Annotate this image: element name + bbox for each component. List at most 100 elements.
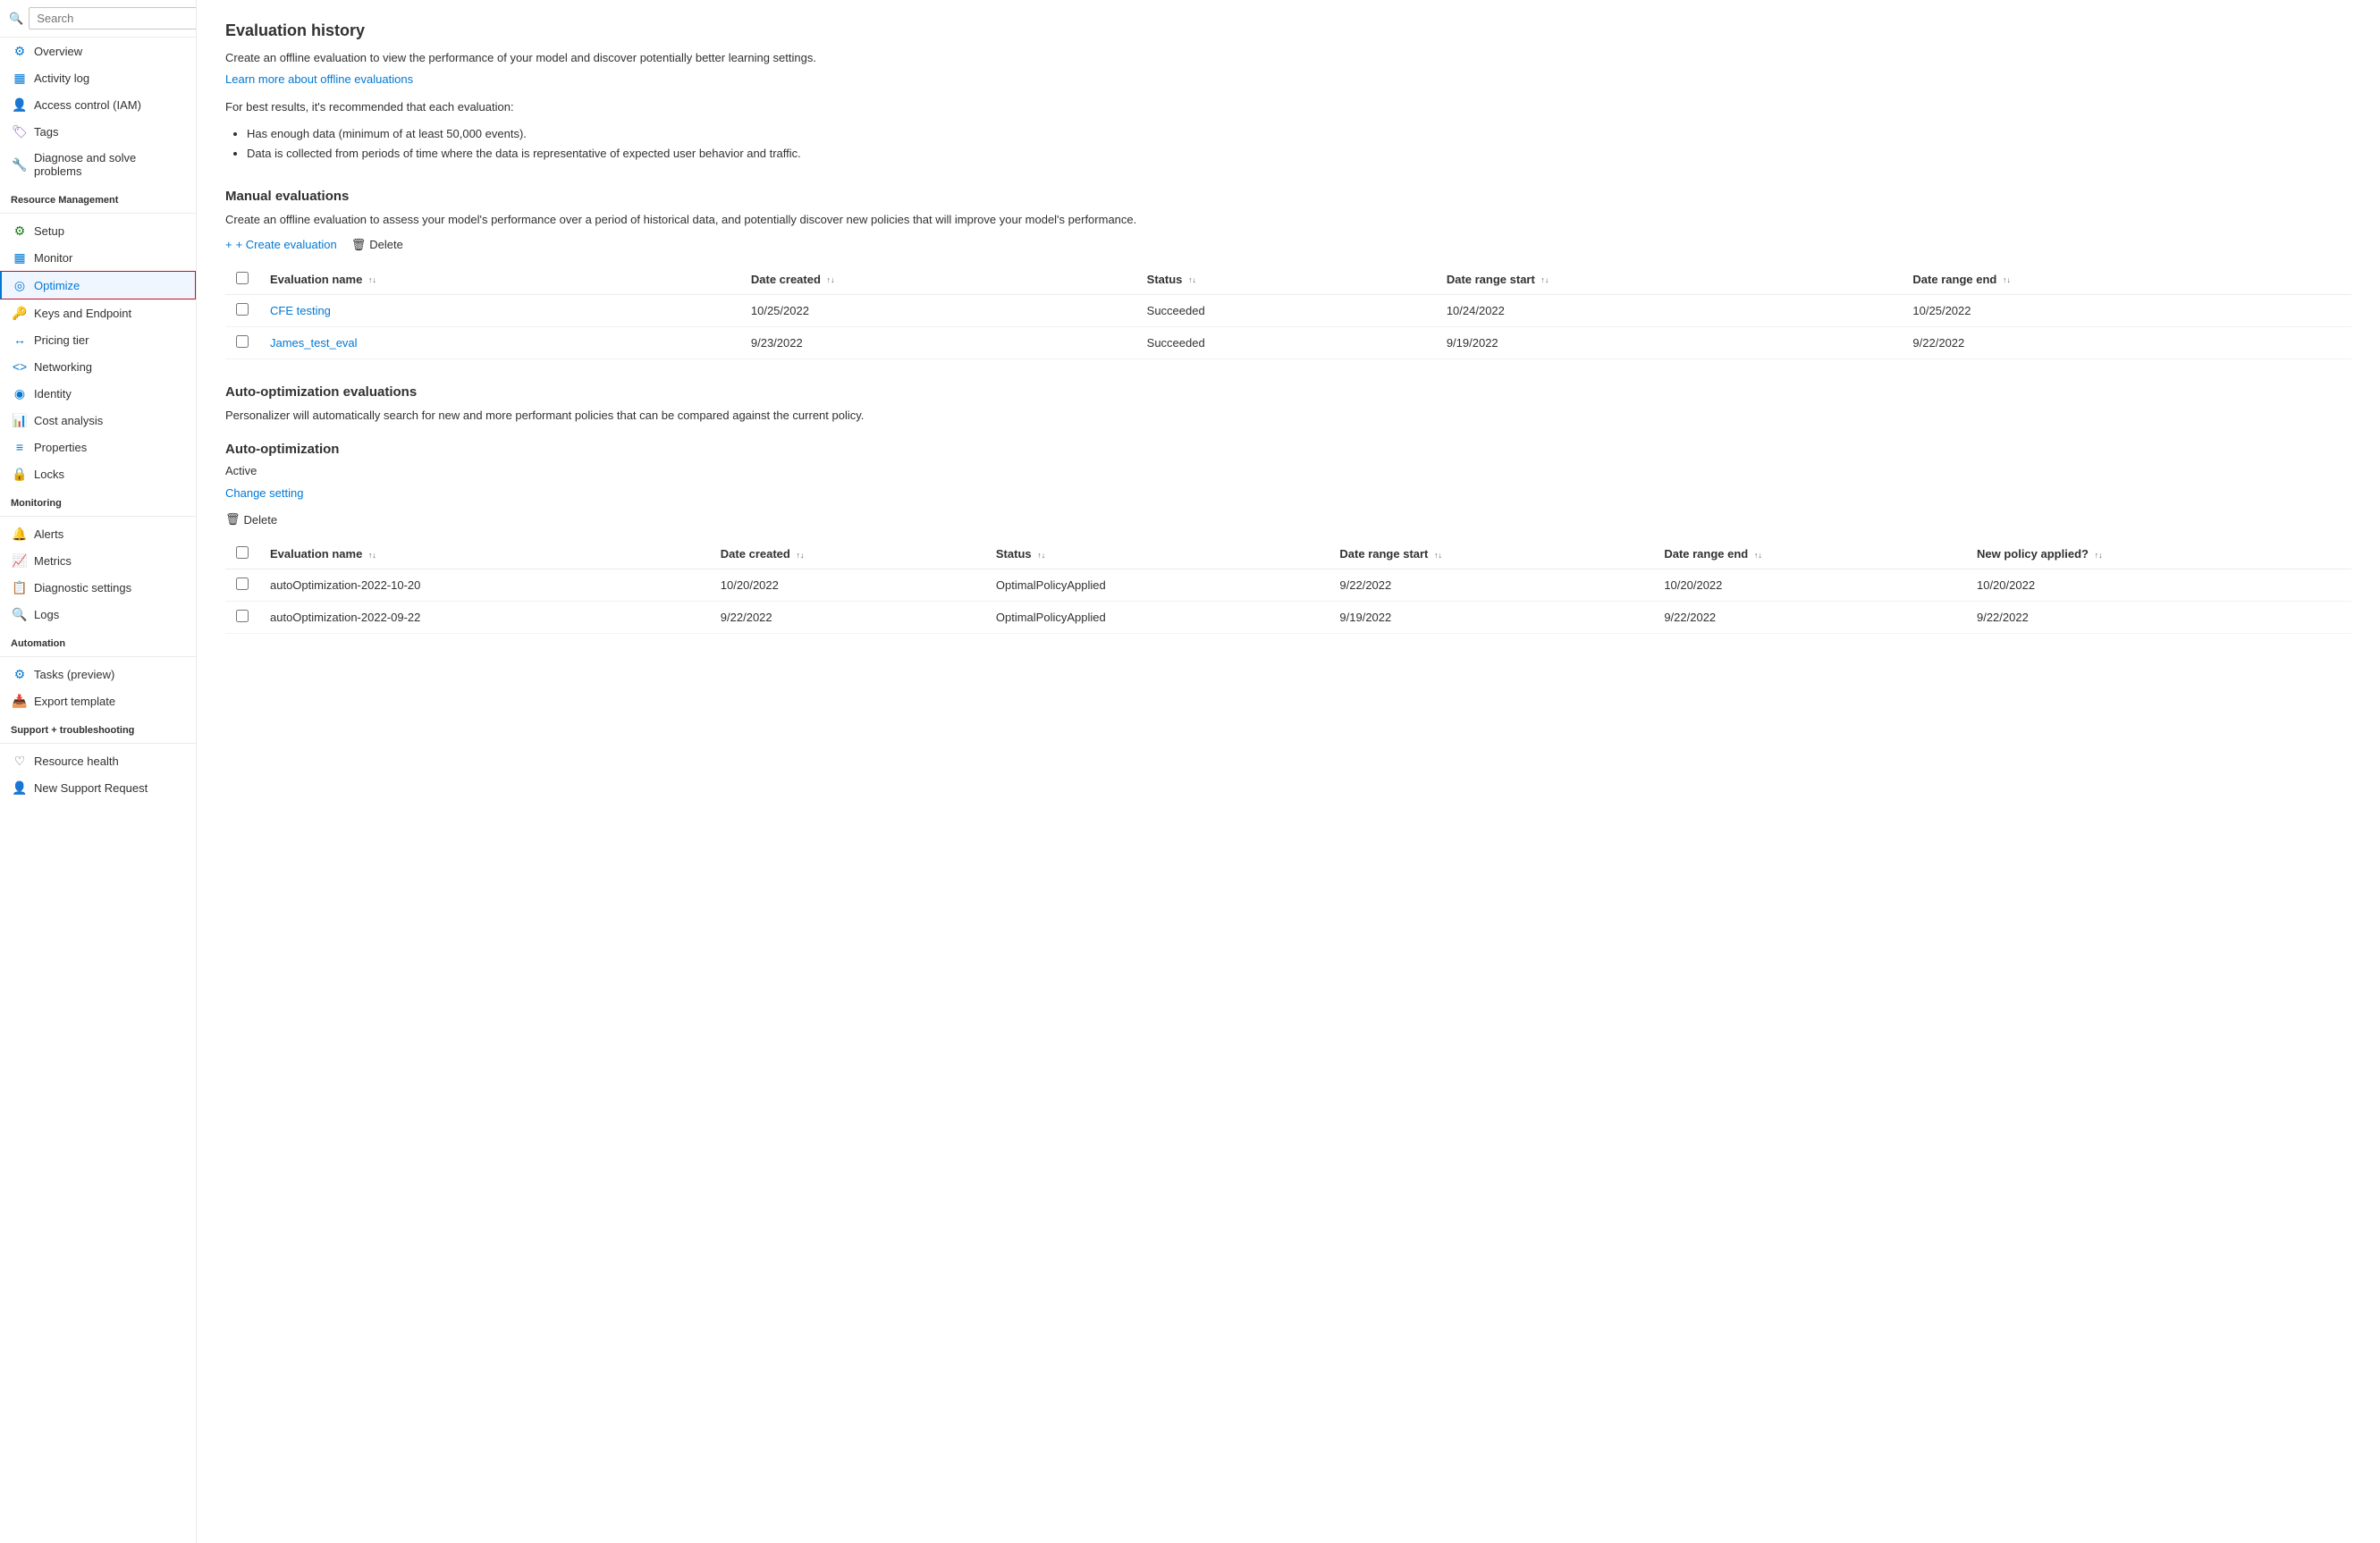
auto-row-checkbox-cell [225, 602, 259, 634]
header-date-created: Date created ↑↓ [740, 265, 1136, 295]
sidebar-item-label: Resource health [34, 755, 119, 768]
table-row: autoOptimization-2022-10-20 10/20/2022 O… [225, 569, 2351, 602]
delete-button[interactable]: 🗑 Delete [351, 234, 403, 256]
eval-name-cell: James_test_eval [259, 326, 740, 358]
sidebar-item-diagnose[interactable]: 🔧 Diagnose and solve problems [0, 145, 196, 184]
manual-description: Create an offline evaluation to assess y… [225, 211, 2351, 229]
auto-sort-icon-status[interactable]: ↑↓ [1037, 551, 1045, 560]
auto-delete-button[interactable]: 🗑 Delete [225, 509, 277, 530]
sidebar-item-label: Locks [34, 468, 64, 481]
delete-icon: 🗑 [351, 238, 367, 252]
tasks-icon: ⚙ [13, 667, 27, 681]
sidebar-item-export-template[interactable]: 📥 Export template [0, 687, 196, 714]
sidebar-item-cost-analysis[interactable]: 📊 Cost analysis [0, 407, 196, 434]
auto-evaluations-table: Evaluation name ↑↓ Date created ↑↓ Statu… [225, 539, 2351, 634]
manual-table-body: CFE testing 10/25/2022 Succeeded 10/24/2… [225, 294, 2351, 358]
tags-icon: 🏷 [13, 124, 27, 139]
date-created-cell: 10/25/2022 [740, 294, 1136, 326]
resource-health-icon: ♡ [13, 754, 27, 768]
sidebar-item-networking[interactable]: <> Networking [0, 353, 196, 380]
table-row: CFE testing 10/25/2022 Succeeded 10/24/2… [225, 294, 2351, 326]
sort-icon-status[interactable]: ↑↓ [1188, 275, 1196, 284]
auto-date-range-start-cell: 9/19/2022 [1329, 602, 1653, 634]
sort-icon-date-created[interactable]: ↑↓ [827, 275, 835, 284]
auto-status-cell: OptimalPolicyApplied [985, 569, 1329, 602]
alerts-icon: 🔔 [13, 527, 27, 541]
auto-sort-icon-date[interactable]: ↑↓ [796, 551, 804, 560]
support-icon: 👤 [13, 780, 27, 795]
auto-opt-change-setting-container: Change setting [225, 486, 2351, 500]
eval-name-link[interactable]: James_test_eval [270, 336, 358, 350]
sidebar-item-resource-health[interactable]: ♡ Resource health [0, 747, 196, 774]
row-checkbox[interactable] [236, 335, 249, 348]
auto-table-body: autoOptimization-2022-10-20 10/20/2022 O… [225, 569, 2351, 634]
auto-row-checkbox[interactable] [236, 578, 249, 590]
sidebar-item-label: Overview [34, 45, 82, 58]
header-status: Status ↑↓ [1136, 265, 1436, 295]
date-range-end-cell: 9/22/2022 [1902, 326, 2351, 358]
networking-icon: <> [13, 359, 27, 374]
sidebar-item-pricing-tier[interactable]: ↔ Pricing tier [0, 326, 196, 353]
sidebar-item-label: Diagnostic settings [34, 581, 131, 594]
monitor-icon: ▦ [13, 250, 27, 265]
sidebar-item-tasks-preview[interactable]: ⚙ Tasks (preview) [0, 661, 196, 687]
sort-icon-name[interactable]: ↑↓ [368, 275, 376, 284]
sidebar-item-label: Access control (IAM) [34, 98, 141, 112]
sidebar-item-monitor[interactable]: ▦ Monitor [0, 244, 196, 271]
diagnostic-icon: 📋 [13, 580, 27, 594]
best-results-label: For best results, it's recommended that … [225, 98, 2351, 116]
auto-sort-icon-new-policy[interactable]: ↑↓ [2095, 551, 2103, 560]
auto-sort-icon-range-start[interactable]: ↑↓ [1434, 551, 1442, 560]
divider [0, 743, 196, 744]
sidebar-item-locks[interactable]: 🔒 Locks [0, 460, 196, 487]
auto-sort-icon-name[interactable]: ↑↓ [368, 551, 376, 560]
sidebar-item-optimize[interactable]: ◎ Optimize [0, 271, 196, 299]
auto-header-checkbox-col [225, 539, 259, 569]
auto-date-range-start-cell: 9/22/2022 [1329, 569, 1653, 602]
change-setting-link[interactable]: Change setting [225, 486, 303, 500]
sidebar-item-activity-log[interactable]: ▦ Activity log [0, 64, 196, 91]
manual-toolbar: + + Create evaluation 🗑 Delete [225, 234, 2351, 256]
manual-evaluations-section: Manual evaluations Create an offline eva… [225, 189, 2351, 359]
intro-section: Create an offline evaluation to view the… [225, 49, 2351, 164]
bullet-item-1: Has enough data (minimum of at least 50,… [247, 124, 2351, 144]
sidebar-item-overview[interactable]: ⚙ Overview [0, 38, 196, 64]
date-range-start-cell: 9/19/2022 [1436, 326, 1903, 358]
auto-sort-icon-range-end[interactable]: ↑↓ [1754, 551, 1762, 560]
auto-date-range-end-cell: 9/22/2022 [1653, 602, 1966, 634]
manual-evaluations-table: Evaluation name ↑↓ Date created ↑↓ Statu… [225, 265, 2351, 359]
auto-select-all-checkbox[interactable] [236, 546, 249, 559]
sidebar-item-identity[interactable]: ◉ Identity [0, 380, 196, 407]
setup-icon: ⚙ [13, 223, 27, 238]
sidebar-item-logs[interactable]: 🔍 Logs [0, 601, 196, 628]
sidebar-item-label: Monitor [34, 251, 72, 265]
sidebar-item-properties[interactable]: ≡ Properties [0, 434, 196, 460]
sidebar-item-label: New Support Request [34, 781, 148, 795]
sidebar-item-tags[interactable]: 🏷 Tags [0, 118, 196, 145]
sidebar-item-alerts[interactable]: 🔔 Alerts [0, 520, 196, 547]
sidebar-item-label: Tasks (preview) [34, 668, 114, 681]
sidebar-item-keys-endpoint[interactable]: 🔑 Keys and Endpoint [0, 299, 196, 326]
sidebar-search-container: 🔍 « [0, 0, 196, 38]
sidebar-item-setup[interactable]: ⚙ Setup [0, 217, 196, 244]
sidebar-item-diagnostic-settings[interactable]: 📋 Diagnostic settings [0, 574, 196, 601]
sidebar-item-label: Pricing tier [34, 333, 89, 347]
auto-header-status: Status ↑↓ [985, 539, 1329, 569]
sidebar-item-new-support-request[interactable]: 👤 New Support Request [0, 774, 196, 801]
auto-row-checkbox-cell [225, 569, 259, 602]
auto-eval-name-cell: autoOptimization-2022-09-22 [259, 602, 710, 634]
sort-icon-range-end[interactable]: ↑↓ [2003, 275, 2011, 284]
eval-name-link[interactable]: CFE testing [270, 304, 331, 317]
auto-row-checkbox[interactable] [236, 610, 249, 622]
table-row: autoOptimization-2022-09-22 9/22/2022 Op… [225, 602, 2351, 634]
auto-header-date-created: Date created ↑↓ [710, 539, 985, 569]
sidebar-item-metrics[interactable]: 📈 Metrics [0, 547, 196, 574]
search-input[interactable] [29, 7, 197, 30]
select-all-checkbox[interactable] [236, 272, 249, 284]
create-evaluation-button[interactable]: + + Create evaluation [225, 234, 337, 255]
row-checkbox[interactable] [236, 303, 249, 316]
date-range-start-cell: 10/24/2022 [1436, 294, 1903, 326]
sidebar-item-access-control[interactable]: 👤 Access control (IAM) [0, 91, 196, 118]
learn-more-link[interactable]: Learn more about offline evaluations [225, 72, 413, 86]
sort-icon-range-start[interactable]: ↑↓ [1540, 275, 1549, 284]
